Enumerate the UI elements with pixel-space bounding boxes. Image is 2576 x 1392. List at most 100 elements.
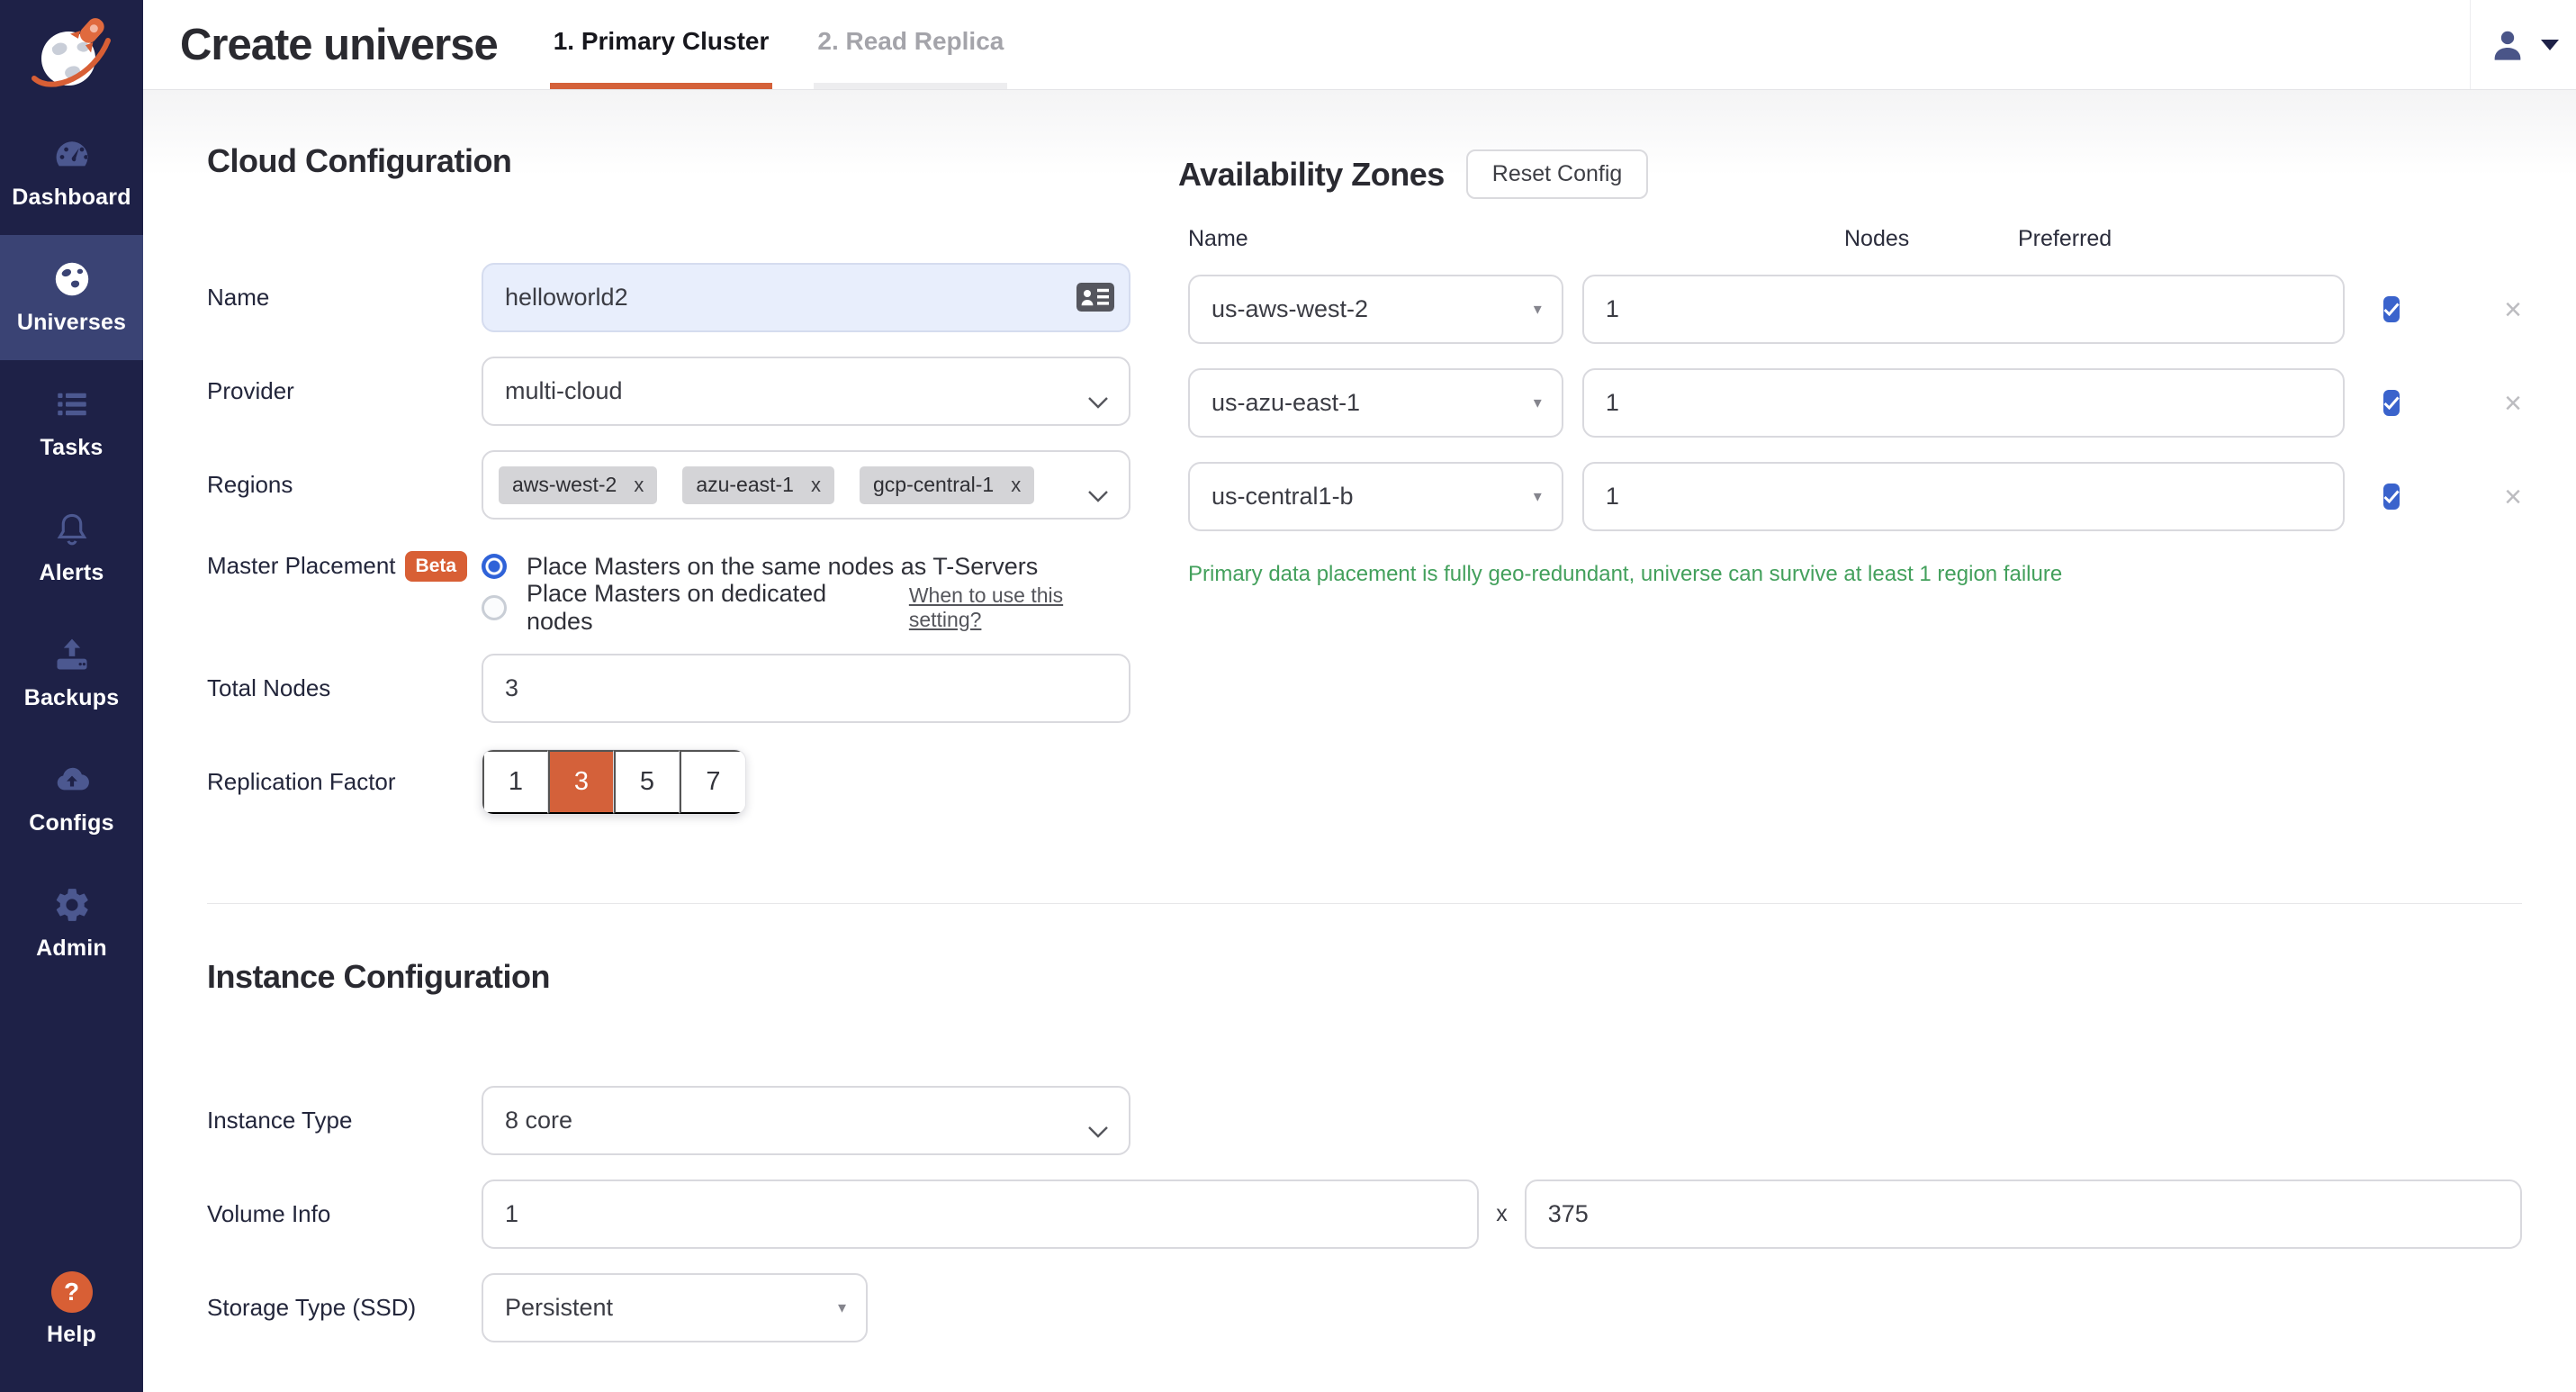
provider-select[interactable]: multi-cloud [482, 357, 1130, 426]
storage-type-label: Storage Type (SSD) [207, 1294, 482, 1322]
sidebar-item-label: Alerts [39, 560, 104, 586]
remove-az-icon[interactable]: × [2504, 482, 2522, 512]
remove-az-icon[interactable]: × [2504, 388, 2522, 419]
az-name-select[interactable]: us-azu-east-1 ▾ [1188, 368, 1563, 438]
check-icon [2383, 396, 2400, 410]
sidebar-item-backups[interactable]: Backups [0, 610, 143, 736]
help-icon: ? [51, 1271, 93, 1313]
rf-option-3[interactable]: 3 [548, 750, 614, 814]
provider-row: Provider multi-cloud [207, 357, 1130, 426]
globe-rocket-logo-icon [29, 12, 115, 98]
remove-az-icon[interactable]: × [2504, 294, 2522, 325]
backup-upload-icon [49, 635, 95, 674]
sidebar-item-tasks[interactable]: Tasks [0, 360, 143, 485]
beta-badge: Beta [405, 551, 468, 582]
regions-row: Regions aws-west-2 x azu-east-1 x [207, 450, 1130, 520]
sidebar-item-alerts[interactable]: Alerts [0, 485, 143, 610]
preferred-checkbox-checked[interactable] [2383, 390, 2400, 416]
task-list-icon [49, 384, 95, 424]
preferred-checkbox-checked[interactable] [2383, 484, 2400, 510]
chevron-down-icon [1087, 1116, 1109, 1144]
check-icon [2383, 490, 2400, 503]
section-heading: Availability Zones [1178, 156, 1445, 194]
tab-primary-cluster[interactable]: 1. Primary Cluster [550, 0, 773, 89]
master-placement-options: Place Masters on the same nodes as T-Ser… [482, 544, 1130, 629]
sidebar-item-label: Dashboard [12, 185, 131, 211]
region-chip: azu-east-1 x [682, 466, 834, 504]
sidebar-item-configs[interactable]: Configs [0, 736, 143, 861]
chevron-down-icon [1087, 481, 1109, 509]
remove-region-icon[interactable]: x [1011, 474, 1021, 497]
radio-unselected-icon[interactable] [482, 595, 507, 620]
az-column-headers: Name Nodes Preferred [1188, 226, 2522, 252]
form-content: Cloud Configuration Name Provider [143, 90, 2576, 1392]
volume-count-input[interactable] [482, 1180, 1479, 1249]
az-nodes-input[interactable] [1582, 462, 2345, 531]
az-row: us-azu-east-1 ▾ × [1178, 368, 2522, 438]
section-heading: Instance Configuration [207, 958, 2522, 996]
instance-type-value: 8 core [505, 1107, 572, 1134]
volume-size-input[interactable] [1525, 1180, 2522, 1249]
caret-down-icon: ▾ [1534, 300, 1542, 319]
az-name-select[interactable]: us-central1-b ▾ [1188, 462, 1563, 531]
user-avatar-icon [2489, 26, 2526, 64]
instance-type-row: Instance Type 8 core [207, 1086, 2522, 1155]
sidebar-item-universes[interactable]: Universes [0, 235, 143, 360]
remove-region-icon[interactable]: x [634, 474, 644, 497]
radio-option-dedicated-nodes[interactable]: Place Masters on dedicated nodes When to… [482, 588, 1130, 628]
sidebar-item-label: Help [47, 1322, 96, 1348]
bell-icon [49, 510, 95, 549]
sidebar-item-label: Tasks [40, 435, 103, 461]
storage-type-row: Storage Type (SSD) Persistent ▾ [207, 1273, 2522, 1342]
sidebar-item-help[interactable]: ? Help [0, 1271, 143, 1379]
sidebar-item-dashboard[interactable]: Dashboard [0, 110, 143, 235]
regions-multiselect[interactable]: aws-west-2 x azu-east-1 x gcp-central-1 … [482, 450, 1130, 520]
replication-factor-label: Replication Factor [207, 768, 482, 796]
region-chip: aws-west-2 x [499, 466, 657, 504]
az-name-select[interactable]: us-aws-west-2 ▾ [1188, 275, 1563, 344]
master-placement-row: Master Placement Beta Place Masters on th… [207, 544, 1130, 629]
reset-config-button[interactable]: Reset Config [1466, 149, 1649, 199]
rf-option-7[interactable]: 7 [680, 750, 745, 814]
chevron-down-icon [1087, 387, 1109, 415]
gauge-icon [49, 134, 95, 174]
provider-label: Provider [207, 377, 482, 405]
volume-info-label: Volume Info [207, 1200, 482, 1228]
rf-option-1[interactable]: 1 [482, 750, 548, 814]
radio-label: Place Masters on the same nodes as T-Ser… [527, 553, 1038, 581]
az-name-value: us-aws-west-2 [1211, 295, 1368, 323]
total-nodes-input[interactable] [482, 654, 1130, 723]
regions-label: Regions [207, 471, 482, 499]
remove-region-icon[interactable]: x [811, 474, 821, 497]
geo-redundancy-status-message: Primary data placement is fully geo-redu… [1188, 562, 2522, 587]
instance-type-select[interactable]: 8 core [482, 1086, 1130, 1155]
master-placement-text: Master Placement [207, 552, 396, 579]
volume-info-row: Volume Info x [207, 1180, 2522, 1249]
region-chip-label: azu-east-1 [696, 473, 794, 497]
storage-type-select[interactable]: Persistent ▾ [482, 1273, 868, 1342]
region-chip-label: gcp-central-1 [873, 473, 994, 497]
radio-selected-icon[interactable] [482, 554, 507, 579]
page-title: Create universe [180, 20, 498, 70]
rf-option-5[interactable]: 5 [614, 750, 680, 814]
az-nodes-input[interactable] [1582, 368, 2345, 438]
user-menu[interactable] [2470, 0, 2576, 89]
replication-factor-row: Replication Factor 1 3 5 7 [207, 747, 1130, 817]
sidebar: Dashboard Universes Tasks A [0, 0, 143, 1392]
sidebar-item-label: Admin [36, 936, 107, 962]
preferred-checkbox-checked[interactable] [2383, 296, 2400, 322]
yugabyte-logo[interactable] [0, 0, 143, 110]
when-to-use-link[interactable]: When to use this setting? [909, 583, 1130, 632]
region-chip: gcp-central-1 x [860, 466, 1034, 504]
az-name-value: us-azu-east-1 [1211, 389, 1360, 417]
name-row: Name [207, 263, 1130, 332]
az-col-preferred: Preferred [2018, 226, 2112, 252]
instance-type-label: Instance Type [207, 1107, 482, 1134]
tab-read-replica[interactable]: 2. Read Replica [814, 0, 1007, 89]
volume-separator: x [1496, 1201, 1508, 1227]
az-nodes-input[interactable] [1582, 275, 2345, 344]
universe-name-input[interactable] [482, 263, 1130, 332]
cloud-configuration-section: Cloud Configuration Name Provider [207, 142, 1130, 841]
sidebar-item-admin[interactable]: Admin [0, 861, 143, 986]
total-nodes-label: Total Nodes [207, 674, 482, 702]
